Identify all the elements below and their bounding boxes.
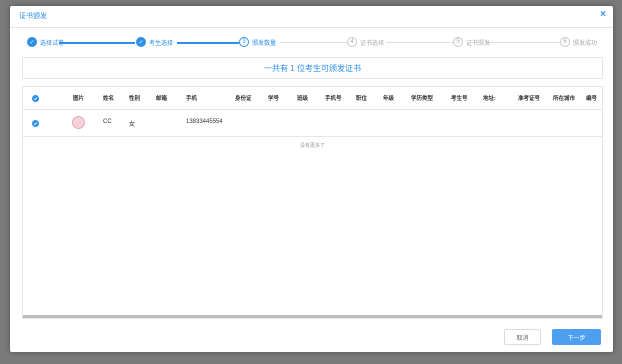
step-check-icon: ✓ — [27, 37, 37, 47]
step-label: 证书颁发 — [466, 40, 491, 47]
column-header: 邮箱 — [156, 96, 168, 102]
dialog-titlebar: 证书颁发 × — [10, 6, 613, 28]
column-header: 学号 — [268, 96, 280, 102]
column-header: 图片 — [73, 96, 85, 102]
column-header: 考生号 — [451, 96, 468, 102]
step-number: 5 — [453, 37, 463, 47]
column-header: 身份证 — [235, 96, 252, 102]
table-header: 图片 姓名 性别 邮箱 手机 身份证 学号 班级 手机号 职位 年级 学历类型 … — [23, 87, 602, 110]
step-issue-success: 6 颁发成功 — [560, 35, 597, 49]
horizontal-scrollbar[interactable] — [23, 315, 602, 318]
step-select-exam: ✓ 选择试卷 — [27, 35, 64, 49]
avatar — [72, 116, 85, 129]
column-header: 准考证号 — [518, 96, 541, 102]
column-header: 编号 — [586, 96, 598, 102]
step-check-icon: ✓ — [136, 37, 146, 47]
check-icon — [33, 122, 38, 126]
step-connector — [177, 42, 239, 44]
step-label: 选择试卷 — [40, 40, 65, 47]
step-connector — [386, 42, 453, 43]
cell-name: CC — [103, 119, 112, 125]
step-progress: ✓ 选择试卷 ✓ 考生选择 3 颁发数量 4 证书选择 5 证书颁发 6 颁发成… — [10, 35, 613, 51]
step-connector — [489, 42, 560, 43]
column-header: 姓名 — [103, 96, 115, 102]
check-icon — [33, 97, 38, 101]
cell-gender: 女 — [129, 122, 136, 128]
cell-phone: 13833445554 — [186, 119, 223, 125]
candidate-count-banner: 一共有 1 位考生可颁发证书 — [22, 57, 603, 79]
step-label: 颁发成功 — [573, 40, 598, 47]
column-header: 手机 — [186, 96, 198, 102]
row-checkbox[interactable] — [32, 120, 39, 127]
column-header: 职位 — [356, 96, 368, 102]
step-label: 证书选择 — [360, 40, 385, 47]
column-header: 年级 — [383, 96, 395, 102]
next-step-button[interactable]: 下一步 — [552, 329, 601, 345]
step-number: 6 — [560, 37, 570, 47]
select-all-checkbox[interactable] — [32, 95, 39, 102]
step-certificate-issue: 5 证书颁发 — [453, 35, 490, 49]
candidate-table: 图片 姓名 性别 邮箱 手机 身份证 学号 班级 手机号 职位 年级 学历类型 … — [22, 86, 603, 319]
column-header: 所在城市 — [553, 96, 576, 102]
table-row[interactable]: CC 女 13833445554 — [23, 110, 602, 137]
step-connector — [59, 42, 135, 44]
no-more-text: 没有更多了 — [299, 143, 325, 149]
column-header: 手机号 — [325, 96, 342, 102]
column-header: 地址: — [483, 96, 496, 102]
column-header: 班级 — [297, 96, 309, 102]
step-number: 4 — [347, 37, 357, 47]
step-issue-quantity: 3 颁发数量 — [239, 35, 276, 49]
step-label: 考生选择 — [149, 40, 174, 47]
cancel-button[interactable]: 取消 — [504, 329, 541, 345]
column-header: 性别 — [129, 96, 141, 102]
dialog-title: 证书颁发 — [19, 13, 47, 20]
step-label: 颁发数量 — [252, 40, 277, 47]
banner-text: 一共有 1 位考生可颁发证书 — [264, 63, 361, 73]
column-header: 学历类型 — [411, 96, 434, 102]
step-select-candidates: ✓ 考生选择 — [136, 35, 173, 49]
step-certificate-select: 4 证书选择 — [347, 35, 384, 49]
close-icon[interactable]: × — [600, 10, 606, 20]
step-number: 3 — [239, 37, 249, 47]
step-connector — [280, 42, 347, 43]
issue-certificate-dialog: 证书颁发 × ✓ 选择试卷 ✓ 考生选择 3 颁发数量 4 证书选择 5 证书颁… — [10, 6, 613, 352]
